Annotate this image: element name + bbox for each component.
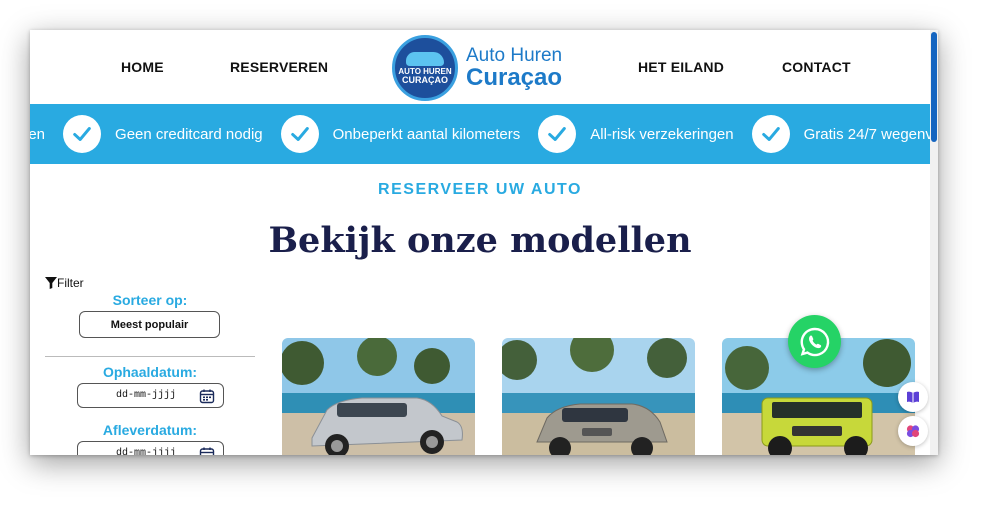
banner-item: All-risk verzekeringen [520, 115, 734, 153]
banner-item-label: gen [30, 125, 46, 143]
car-card-grey-suv[interactable] [502, 338, 695, 455]
banner-item: gen [30, 126, 45, 143]
sort-select[interactable]: Meest populair [79, 311, 220, 338]
calendar-icon[interactable] [199, 388, 215, 404]
silver-suv-image [282, 338, 475, 455]
banner-item: Geen creditcard nodig [45, 115, 263, 153]
ai-brain-icon [906, 425, 920, 438]
banner-item: Gratis 24/7 wegenv [734, 115, 930, 153]
nav-home[interactable]: HOME [121, 59, 164, 75]
section-eyebrow: RESERVEER UW AUTO [378, 181, 582, 198]
logo-text: Auto Huren Curaçao [466, 46, 562, 90]
pickup-date-label: Ophaaldatum: [102, 364, 198, 380]
logo-text-line2: Curaçao [466, 64, 563, 91]
logo-badge-line2: CURAÇAO [402, 75, 448, 85]
reader-button[interactable] [898, 382, 928, 412]
book-icon [907, 391, 919, 403]
car-card-silver-suv[interactable] [282, 338, 475, 455]
logo-text-line1: Auto Huren [466, 45, 563, 66]
checkmark-icon [538, 115, 577, 153]
nav-reserveren[interactable]: RESERVEREN [230, 59, 328, 75]
nav-contact[interactable]: CONTACT [782, 59, 851, 75]
banner-item-label: All-risk verzekeringen [590, 125, 734, 143]
site-logo[interactable]: AUTO HUREN CURAÇAO Auto Huren Curaçao [392, 35, 562, 101]
checkmark-icon [751, 115, 790, 153]
filter-label: Filter [57, 276, 84, 290]
return-date-input[interactable]: dd-mm-jjjj [77, 441, 224, 455]
banner-item-label: Onbeperkt aantal kilometers [332, 125, 521, 143]
filter-icon [45, 277, 57, 289]
page-scrollbar[interactable] [930, 30, 938, 455]
nav-het-eiland[interactable]: HET EILAND [638, 59, 724, 75]
browser-viewport: HOME RESERVEREN AUTO HUREN CURAÇAO Auto … [30, 30, 938, 455]
sidebar-divider [45, 356, 255, 357]
sort-label: Sorteer op: [112, 292, 188, 308]
logo-badge-icon: AUTO HUREN CURAÇAO [392, 35, 458, 101]
usp-banner: gen Geen creditcard nodig Onbeperkt aant… [30, 104, 930, 164]
checkmark-icon [280, 115, 319, 153]
banner-item-label: Geen creditcard nodig [115, 125, 263, 143]
banner-item: Onbeperkt aantal kilometers [263, 115, 521, 153]
ai-assistant-button[interactable] [898, 416, 928, 446]
checkmark-icon [63, 115, 102, 153]
banner-item-label: Gratis 24/7 wegenv [803, 125, 930, 143]
top-navigation: HOME RESERVEREN AUTO HUREN CURAÇAO Auto … [30, 30, 930, 104]
page-title: Bekijk onze modellen [268, 220, 692, 261]
grey-suv-image [502, 338, 695, 455]
pickup-date-input[interactable]: dd-mm-jjjj [77, 383, 224, 408]
whatsapp-icon [800, 327, 829, 356]
sort-select-value: Meest populair [110, 318, 189, 331]
scrollbar-thumb[interactable] [931, 32, 937, 142]
pickup-date-placeholder: dd-mm-jjjj [116, 390, 177, 401]
return-date-placeholder: dd-mm-jjjj [116, 448, 177, 455]
return-date-label: Afleverdatum: [102, 422, 198, 438]
calendar-icon[interactable] [199, 446, 215, 455]
whatsapp-button[interactable] [788, 315, 841, 368]
filter-toggle[interactable]: Filter [45, 276, 84, 290]
